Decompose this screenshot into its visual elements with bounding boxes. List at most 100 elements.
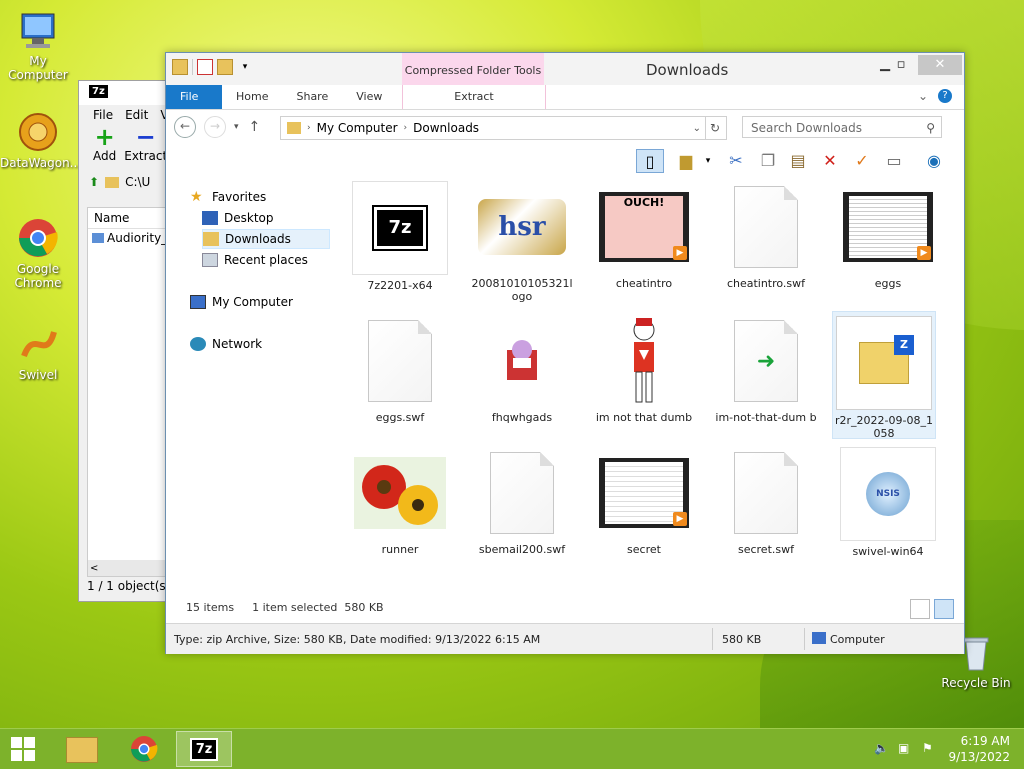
refresh-button[interactable]: ↻ xyxy=(704,116,727,140)
list-item[interactable]: Audiority_ xyxy=(88,229,174,247)
chevron-left-icon[interactable]: < xyxy=(88,563,98,574)
file-item[interactable]: ▶ secret xyxy=(592,447,696,556)
taskbar-file-explorer[interactable] xyxy=(54,731,110,767)
chevron-down-icon[interactable]: ▾ xyxy=(696,149,720,173)
desktop-icon-swivel[interactable]: Swivel xyxy=(0,322,76,382)
7zip-logo-icon: 7z xyxy=(189,738,219,761)
explorer-window[interactable]: ▾ Compressed Folder Tools Downloads ▁ ▫ … xyxy=(165,52,965,654)
menu-file[interactable]: File xyxy=(93,108,113,122)
details-view-icon[interactable] xyxy=(910,599,930,619)
file-item[interactable]: OUCH! ▶ cheatintro xyxy=(592,181,696,290)
search-icon[interactable]: ⚲ xyxy=(926,117,935,139)
taskbar: 7z 🔈 ▣ ⚑ 6:19 AM 9/13/2022 xyxy=(0,728,1024,769)
chevron-down-icon[interactable]: ⌄ xyxy=(693,123,701,134)
maximize-button[interactable]: ▫ xyxy=(886,55,916,75)
paste-icon[interactable]: ▤ xyxy=(786,149,810,173)
chevron-right-icon[interactable]: › xyxy=(404,123,408,133)
file-item[interactable]: hsr 20081010105321l ogo xyxy=(470,181,574,303)
chevron-down-icon[interactable]: ▾ xyxy=(237,59,253,75)
flower-image xyxy=(353,447,447,539)
close-button[interactable]: ✕ xyxy=(918,55,962,75)
properties-icon[interactable]: ▭ xyxy=(882,149,906,173)
file-item[interactable]: ▶ eggs xyxy=(836,181,940,290)
nav-favorites[interactable]: ★ Favorites xyxy=(190,187,346,207)
tab-share[interactable]: Share xyxy=(282,85,342,109)
nav-my-computer[interactable]: My Computer xyxy=(190,292,346,312)
folder-options-icon[interactable]: ▆ xyxy=(674,149,698,173)
file-item[interactable]: runner xyxy=(348,447,452,556)
7zip-titlebar[interactable]: 7z xyxy=(79,81,175,105)
windows-logo-icon xyxy=(11,737,35,761)
explorer-titlebar[interactable]: ▾ Compressed Folder Tools Downloads ▁ ▫ … xyxy=(166,53,964,85)
forward-button[interactable]: → xyxy=(204,116,226,138)
nav-network[interactable]: Network xyxy=(190,334,346,354)
horizontal-scrollbar[interactable]: < xyxy=(88,560,174,576)
network-status-icon[interactable]: ▣ xyxy=(898,741,914,757)
checkmark-icon[interactable]: ✓ xyxy=(850,149,874,173)
file-item[interactable]: NSIS swivel-win64 xyxy=(836,447,940,558)
7zip-status: 1 / 1 object(s) xyxy=(87,579,171,593)
extract-button[interactable]: − Extract xyxy=(124,125,167,169)
speaker-muted-icon[interactable]: 🔈 xyxy=(874,741,890,757)
zip-folder-icon: Z xyxy=(836,316,932,410)
start-button[interactable] xyxy=(0,731,46,767)
file-item[interactable]: 7z 7z2201-x64 xyxy=(348,181,452,292)
clock[interactable]: 6:19 AM 9/13/2022 xyxy=(948,733,1010,765)
recent-locations-icon[interactable]: ▾ xyxy=(234,122,239,132)
tab-view[interactable]: View xyxy=(342,85,396,109)
taskbar-7zip[interactable]: 7z xyxy=(176,731,232,767)
file-item[interactable]: sbemail200.swf xyxy=(470,447,574,556)
nav-desktop[interactable]: Desktop xyxy=(202,208,358,228)
chevron-right-icon[interactable]: › xyxy=(307,123,311,133)
help-icon[interactable]: ? xyxy=(938,89,952,103)
minus-icon: − xyxy=(135,123,156,151)
nav-downloads[interactable]: Downloads xyxy=(202,229,330,249)
up-button[interactable]: ↑ xyxy=(249,119,261,135)
file-item[interactable]: ➜ im-not-that-dum b xyxy=(714,315,818,424)
back-button[interactable]: ← xyxy=(174,116,196,138)
file-item[interactable]: eggs.swf xyxy=(348,315,452,424)
file-item-selected[interactable]: Z r2r_2022-09-08_1 058 xyxy=(832,311,936,440)
7zip-window[interactable]: 7z File Edit V + Add − Extract ⬆ C:\U Na… xyxy=(78,80,176,602)
cut-icon[interactable]: ✂ xyxy=(724,149,748,173)
column-header-name[interactable]: Name xyxy=(88,208,174,229)
tab-file[interactable]: File xyxy=(166,85,222,109)
preview-pane-icon[interactable]: ▯ xyxy=(636,149,664,173)
file-item[interactable]: im not that dumb xyxy=(592,315,696,424)
add-button[interactable]: + Add xyxy=(93,125,116,169)
search-input[interactable]: Search Downloads ⚲ xyxy=(742,116,942,138)
ribbon-expand-icon[interactable]: ⌄ xyxy=(918,89,928,103)
breadcrumb-my-computer[interactable]: My Computer xyxy=(317,121,398,135)
file-item[interactable]: cheatintro.swf xyxy=(714,181,818,290)
desktop-icon-google-chrome[interactable]: Google Chrome xyxy=(0,216,76,290)
file-item[interactable]: fhqwhgads xyxy=(470,315,574,424)
up-folder-icon[interactable]: ⬆ xyxy=(89,175,99,189)
desktop-icon-my-computer[interactable]: My Computer xyxy=(0,8,76,82)
folder-icon[interactable] xyxy=(172,59,188,75)
file-label: secret xyxy=(627,543,661,556)
7zip-file-list[interactable]: Name Audiority_ < xyxy=(87,207,175,577)
address-bar[interactable]: › My Computer › Downloads ⌄ xyxy=(280,116,706,140)
7zip-logo-icon: 7z xyxy=(89,85,108,98)
desktop-icon-datawagon[interactable]: DataWagon... xyxy=(0,110,81,170)
nsis-logo-text: NSIS xyxy=(866,472,910,516)
globe-icon[interactable]: ◉ xyxy=(922,149,946,173)
file-item[interactable]: secret.swf xyxy=(714,447,818,556)
new-folder-icon[interactable] xyxy=(217,59,233,75)
tab-home[interactable]: Home xyxy=(222,85,282,109)
breadcrumb-downloads[interactable]: Downloads xyxy=(413,121,479,135)
file-label: sbemail200.swf xyxy=(478,543,566,556)
delete-icon[interactable]: ✕ xyxy=(818,149,842,173)
menu-edit[interactable]: Edit xyxy=(125,108,148,122)
selection-info: 1 item selected 580 KB xyxy=(252,601,384,614)
nav-recent-places[interactable]: Recent places xyxy=(202,250,358,270)
ribbon-tabs: File Home Share View Extract ⌄ ? xyxy=(166,85,964,110)
hsr-logo-image: hsr xyxy=(475,181,569,273)
properties-icon[interactable] xyxy=(197,59,213,75)
taskbar-chrome[interactable] xyxy=(116,731,172,767)
7zip-address-bar[interactable]: ⬆ C:\U xyxy=(79,169,175,195)
copy-icon[interactable]: ❐ xyxy=(756,149,780,173)
large-icons-view-icon[interactable] xyxy=(934,599,954,619)
tab-extract[interactable]: Extract xyxy=(402,85,546,109)
action-center-icon[interactable]: ⚑ xyxy=(922,741,938,757)
